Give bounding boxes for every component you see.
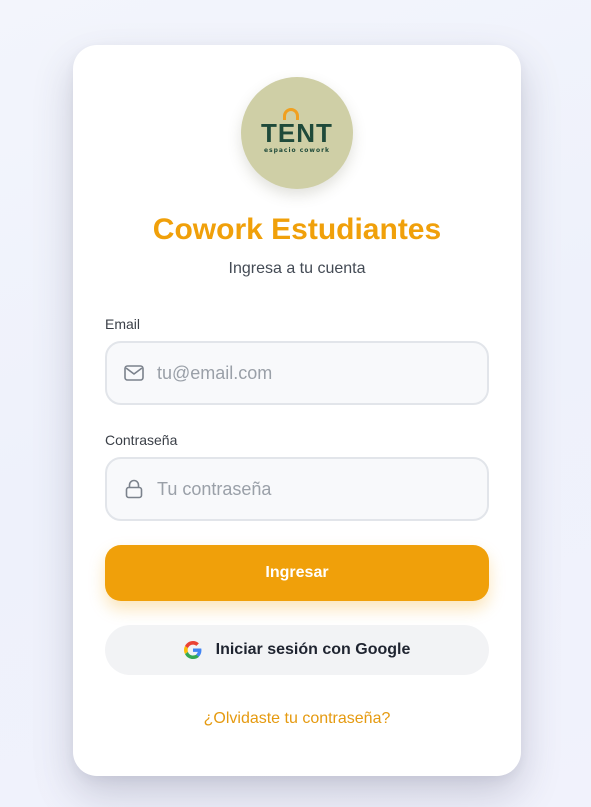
page-subtitle: Ingresa a tu cuenta — [228, 260, 366, 277]
tent-logo: TENT espacio cowork — [241, 77, 353, 189]
logo-word-text: TENT — [261, 118, 333, 148]
email-field[interactable] — [105, 341, 489, 405]
password-field[interactable] — [105, 457, 489, 521]
logo-wordmark: TENT — [261, 108, 333, 148]
google-icon — [183, 641, 202, 659]
password-label: Contraseña — [105, 432, 178, 448]
google-signin-button[interactable]: Iniciar sesión con Google — [105, 625, 489, 675]
email-input[interactable] — [157, 353, 477, 393]
password-input[interactable] — [157, 469, 477, 509]
login-card: TENT espacio cowork Cowork Estudiantes I… — [73, 45, 521, 776]
page-title: Cowork Estudiantes — [152, 213, 442, 246]
lock-icon — [123, 478, 145, 500]
google-button-label: Iniciar sesión con Google — [215, 641, 411, 658]
logo-subtitle: espacio cowork — [263, 147, 331, 154]
mail-icon — [123, 362, 145, 384]
email-label: Email — [105, 316, 141, 332]
forgot-password-link[interactable]: ¿Olvidaste tu contraseña? — [73, 710, 521, 728]
login-button[interactable]: Ingresar — [105, 545, 489, 601]
logo-arc-icon — [283, 108, 300, 120]
